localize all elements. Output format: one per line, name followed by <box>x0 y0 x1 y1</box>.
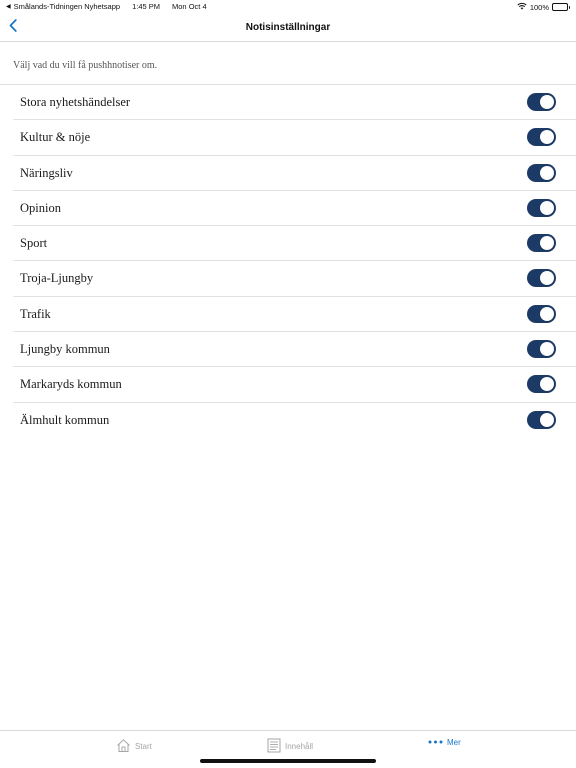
battery-percent: 100% <box>529 2 549 12</box>
status-bar: ◀ Smålands-Tidningen Nyhetsapp 1:45 PM M… <box>0 0 576 14</box>
home-icon <box>116 738 131 755</box>
setting-row: Markaryds kommun <box>13 367 576 403</box>
setting-row: Trafik <box>13 297 576 333</box>
home-indicator[interactable] <box>200 759 376 763</box>
battery-icon <box>552 3 570 11</box>
setting-toggle[interactable] <box>527 304 556 323</box>
setting-label: Troja-Ljungby <box>20 271 94 286</box>
setting-toggle[interactable] <box>527 234 556 253</box>
setting-label: Ljungby kommun <box>20 342 110 357</box>
toggle-knob <box>540 306 554 321</box>
more-dots-icon <box>428 738 443 747</box>
setting-label: Markaryds kommun <box>20 377 122 392</box>
tab-innehall[interactable]: Innehåll <box>267 738 313 755</box>
setting-label: Näringsliv <box>20 165 73 180</box>
status-left: ◀ Smålands-Tidningen Nyhetsapp 1:45 PM M… <box>6 2 207 11</box>
document-list-icon <box>267 738 281 755</box>
tab-mer[interactable]: Mer <box>428 738 461 747</box>
toggle-knob <box>540 236 554 251</box>
setting-row: Älmhult kommun <box>13 403 576 438</box>
setting-row: Troja-Ljungby <box>13 261 576 297</box>
toggle-knob <box>540 95 554 109</box>
setting-toggle[interactable] <box>527 198 556 217</box>
setting-toggle[interactable] <box>527 128 556 147</box>
setting-row: Ljungby kommun <box>13 332 576 368</box>
setting-toggle[interactable] <box>527 375 556 394</box>
wifi-icon <box>517 2 527 12</box>
back-app-label[interactable]: Smålands-Tidningen Nyhetsapp <box>14 2 120 11</box>
tab-start[interactable]: Start <box>116 738 152 755</box>
setting-row: Näringsliv <box>13 156 576 191</box>
tab-start-label: Start <box>135 742 152 751</box>
toggle-knob <box>540 165 554 180</box>
nav-bar: Notisinställningar <box>0 14 576 42</box>
page-title: Notisinställningar <box>245 22 331 33</box>
tab-mer-label: Mer <box>447 738 461 747</box>
toggle-knob <box>540 271 554 286</box>
toggle-knob <box>540 200 554 215</box>
setting-label: Kultur & nöje <box>20 130 91 145</box>
setting-row: Sport <box>13 226 576 262</box>
setting-toggle[interactable] <box>527 163 556 182</box>
setting-toggle[interactable] <box>527 269 556 288</box>
setting-label: Opinion <box>20 200 61 215</box>
setting-toggle[interactable] <box>527 93 556 111</box>
status-date: Mon Oct 4 <box>172 2 207 11</box>
setting-row: Kultur & nöje <box>13 120 576 156</box>
settings-description: Välj vad du vill få pushhnotiser om. <box>13 60 158 71</box>
setting-label: Stora nyhetshändelser <box>20 95 131 109</box>
back-app-icon[interactable]: ◀ <box>6 3 11 10</box>
notification-settings-list: Stora nyhetshändelser Kultur & nöje Näring… <box>0 85 576 438</box>
status-right: 100% <box>517 2 570 12</box>
setting-label: Älmhult kommun <box>20 412 110 427</box>
toggle-knob <box>540 342 554 357</box>
status-time: 1:45 PM <box>132 2 161 11</box>
setting-row: Opinion <box>13 191 576 227</box>
setting-row: Stora nyhetshändelser <box>13 85 576 121</box>
setting-toggle[interactable] <box>527 340 556 359</box>
setting-toggle[interactable] <box>527 410 556 429</box>
toggle-knob <box>540 377 554 392</box>
setting-label: Trafik <box>20 306 51 321</box>
toggle-knob <box>540 412 554 427</box>
tab-innehall-label: Innehåll <box>285 742 314 751</box>
toggle-knob <box>540 130 554 145</box>
setting-label: Sport <box>20 236 48 251</box>
